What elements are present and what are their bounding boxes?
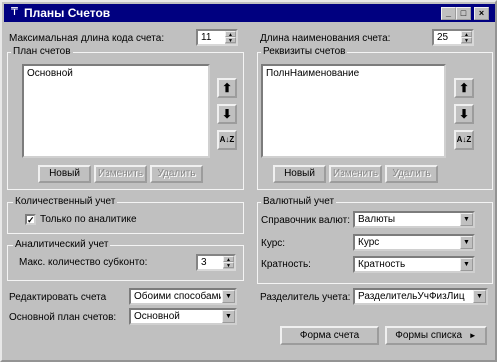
main-plan-label: Основной план счетов:	[9, 312, 117, 323]
edit-plan-button[interactable]: Изменить	[94, 165, 147, 183]
list-forms-button[interactable]: Формы списка ►	[385, 326, 487, 345]
analytics-only-checkbox[interactable]: ✓	[25, 214, 36, 225]
multiplicity-dropdown[interactable]: Кратность ▼	[353, 256, 475, 273]
edit-accounts-label: Редактировать счета	[9, 292, 107, 303]
plans-listbox[interactable]: Основной	[22, 64, 210, 158]
rate-dropdown[interactable]: Курс ▼	[353, 234, 475, 251]
multiplicity-value: Кратность	[358, 259, 406, 270]
main-plan-dropdown[interactable]: Основной ▼	[129, 308, 237, 325]
sort-az-icon: A↓Z	[219, 135, 235, 144]
currency-group-title: Валютный учет	[261, 196, 337, 208]
code-length-spinner[interactable]: 11 ▲ ▼	[196, 29, 238, 46]
separator-label: Разделитель учета:	[260, 292, 351, 303]
plans-group-title: План счетов	[11, 46, 73, 58]
app-icon: ₸	[11, 6, 18, 18]
sort-button[interactable]: A↓Z	[454, 130, 474, 150]
new-requisite-button[interactable]: Новый	[273, 165, 326, 183]
new-plan-button[interactable]: Новый	[38, 165, 91, 183]
arrow-down-icon: ⬇	[458, 107, 470, 121]
separator-value: РазделительУчФизЛиц	[358, 291, 465, 302]
name-length-value: 25	[437, 32, 449, 43]
chevron-down-icon[interactable]: ▼	[460, 213, 473, 226]
sort-button[interactable]: A↓Z	[217, 130, 237, 150]
arrow-down-icon: ⬇	[221, 107, 233, 121]
separator-dropdown[interactable]: РазделительУчФизЛиц ▼	[353, 288, 488, 305]
main-plan-value: Основной	[134, 311, 180, 322]
analytic-group-title: Аналитический учет	[13, 239, 111, 251]
close-button[interactable]: ×	[474, 7, 489, 20]
list-item[interactable]: Основной	[27, 68, 73, 80]
arrow-right-icon: ►	[468, 331, 477, 340]
list-item[interactable]: ПолнНаименование	[266, 68, 359, 80]
chevron-down-icon[interactable]: ▼	[473, 290, 486, 303]
max-subconto-value: 3	[201, 257, 207, 268]
plans-of-accounts-window: ₸ Планы Счетов _ □ × Максимальная длина …	[0, 0, 497, 362]
maximize-button[interactable]: □	[456, 7, 471, 20]
chevron-down-icon[interactable]: ▼	[460, 236, 473, 249]
edit-accounts-dropdown[interactable]: Обоими способами ▼	[129, 288, 237, 305]
spinner-arrows[interactable]: ▲ ▼	[461, 31, 472, 44]
currency-ref-label: Справочник валют:	[261, 215, 351, 226]
sort-az-icon: A↓Z	[456, 135, 472, 144]
edit-requisite-button[interactable]: Изменить	[329, 165, 382, 183]
list-forms-label: Формы списка	[395, 330, 463, 341]
move-up-button[interactable]: ⬆	[217, 78, 237, 98]
delete-requisite-button[interactable]: Удалить	[385, 165, 438, 183]
move-up-button[interactable]: ⬆	[454, 78, 474, 98]
rate-value: Курс	[358, 237, 380, 248]
spinner-arrows[interactable]: ▲ ▼	[225, 31, 236, 44]
quantity-group-title: Количественный учет	[13, 196, 118, 208]
currency-ref-dropdown[interactable]: Валюты ▼	[353, 211, 475, 228]
code-length-label: Максимальная длина кода счета:	[9, 33, 165, 44]
requisites-group-title: Реквизиты счетов	[261, 46, 348, 58]
chevron-down-icon[interactable]: ▼	[222, 290, 235, 303]
chevron-down-icon[interactable]: ▼	[222, 310, 235, 323]
name-length-spinner[interactable]: 25 ▲ ▼	[432, 29, 474, 46]
spinner-arrows[interactable]: ▲ ▼	[223, 256, 234, 269]
multiplicity-label: Кратность:	[261, 259, 311, 270]
arrow-up-icon: ⬆	[221, 81, 233, 95]
analytics-only-label: Только по аналитике	[40, 214, 137, 225]
rate-label: Курс:	[261, 238, 286, 249]
delete-plan-button[interactable]: Удалить	[150, 165, 203, 183]
currency-ref-value: Валюты	[358, 214, 396, 225]
title-bar[interactable]: ₸ Планы Счетов _ □ ×	[4, 4, 495, 22]
max-subconto-spinner[interactable]: 3 ▲ ▼	[196, 254, 236, 271]
move-down-button[interactable]: ⬇	[217, 104, 237, 124]
name-length-label: Длина наименования счета:	[260, 33, 391, 44]
edit-accounts-value: Обоими способами	[134, 291, 221, 302]
arrow-up-icon: ⬆	[458, 81, 470, 95]
account-form-button[interactable]: Форма счета	[280, 326, 379, 345]
move-down-button[interactable]: ⬇	[454, 104, 474, 124]
requisites-listbox[interactable]: ПолнНаименование	[261, 64, 446, 158]
minimize-button[interactable]: _	[441, 7, 456, 20]
window-title: Планы Счетов	[24, 6, 111, 20]
code-length-value: 11	[201, 32, 212, 43]
max-subconto-label: Макс. количество субконто:	[19, 257, 148, 268]
chevron-down-icon[interactable]: ▼	[460, 258, 473, 271]
